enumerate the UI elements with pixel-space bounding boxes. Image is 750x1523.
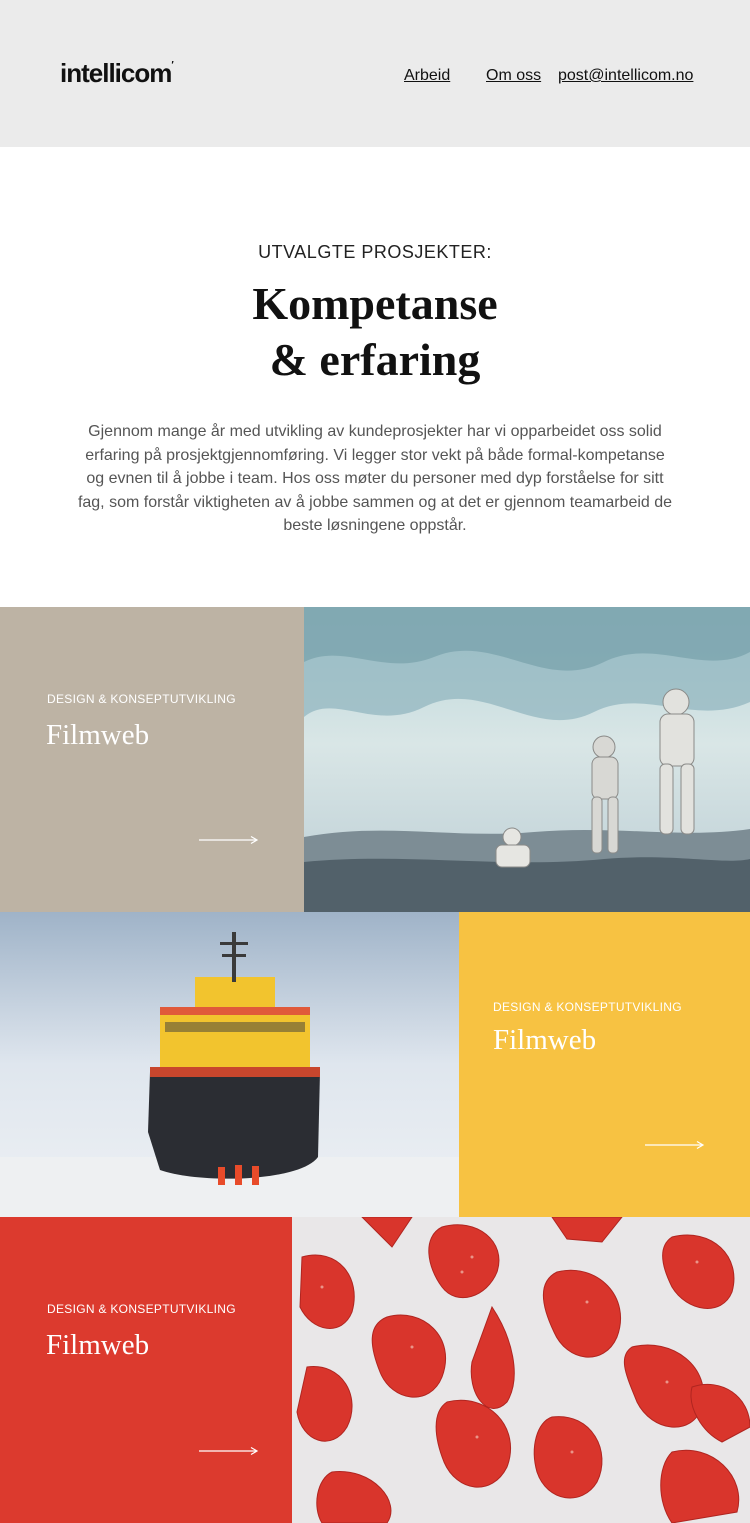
project-category: DESIGN & KONSEPTUTVIKLING [493,1000,682,1014]
project-title: Filmweb [493,1024,597,1056]
logo-text: intellicom [60,58,172,88]
project-image-astronauts[interactable] [304,607,750,912]
logo-mark: ′ [171,60,174,71]
logo[interactable]: intellicom′ [60,58,174,89]
project-card-2[interactable]: DESIGN & KONSEPTUTVIKLING Filmweb [459,912,750,1217]
project-card-3[interactable]: DESIGN & KONSEPTUTVIKLING Filmweb [0,1217,292,1523]
project-image-strawberries[interactable] [292,1217,750,1523]
page-title-line-2: & erfaring [269,334,481,385]
icebreaker-image [0,912,459,1217]
arrow-right-icon[interactable] [199,1446,259,1456]
nav-link-om-oss[interactable]: Om oss [486,67,541,85]
page-title: Kompetanse & erfaring [0,276,750,388]
project-image-icebreaker[interactable] [0,912,459,1217]
nav-link-email[interactable]: post@intellicom.no [558,67,693,85]
arrow-right-icon[interactable] [199,835,259,845]
nav-link-arbeid[interactable]: Arbeid [404,67,450,85]
project-title: Filmweb [46,1329,150,1361]
astronauts-image [304,607,750,912]
project-category: DESIGN & KONSEPTUTVIKLING [47,692,236,706]
strawberries-image [292,1217,750,1523]
project-title: Filmweb [46,719,150,751]
section-eyebrow: UTVALGTE PROSJEKTER: [258,242,492,262]
site-header: intellicom′ Arbeid Om oss post@intellico… [0,0,750,147]
arrow-right-icon[interactable] [645,1140,705,1150]
page-title-line-1: Kompetanse [252,278,498,329]
project-category: DESIGN & KONSEPTUTVIKLING [47,1302,236,1316]
project-card-1[interactable]: DESIGN & KONSEPTUTVIKLING Filmweb [0,607,304,912]
intro-paragraph: Gjennom mange år med utvikling av kundep… [77,423,673,534]
